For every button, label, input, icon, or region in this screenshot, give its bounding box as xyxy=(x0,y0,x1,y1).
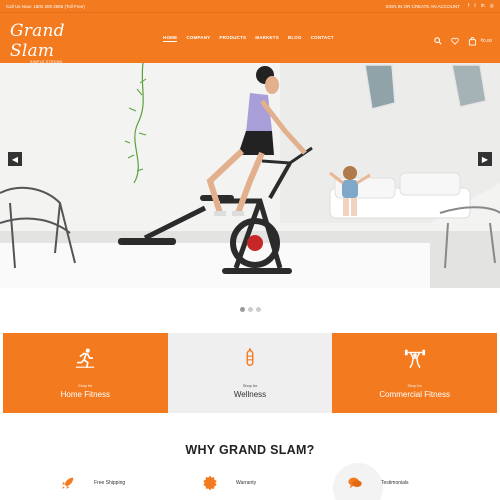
running-icon xyxy=(76,348,95,368)
nav-company[interactable]: COMPANY xyxy=(186,35,210,42)
nav-products[interactable]: PRODUCTS xyxy=(219,35,246,42)
chevron-right-icon: ▶ xyxy=(481,154,489,164)
header-icons: ₹0.00 xyxy=(434,32,492,50)
slider-dot-2[interactable] xyxy=(248,307,253,312)
call-us-text: Call Us Now: 1800 200 2566 (Toll Free) xyxy=(6,3,85,9)
badge-icon xyxy=(203,475,217,491)
main-nav: HOME COMPANY PRODUCTS MARKETS BLOG CONTA… xyxy=(163,35,334,42)
feature-label: Testimonials xyxy=(381,480,409,486)
feature-label: Warranty xyxy=(236,480,257,486)
cart-icon xyxy=(469,36,477,46)
weightlifting-icon xyxy=(404,349,425,368)
nav-contact[interactable]: CONTACT xyxy=(311,35,334,42)
feature-warranty: Warranty xyxy=(202,475,256,491)
social-links: f t in ◎ xyxy=(468,3,494,9)
hero-slider xyxy=(0,63,500,288)
nav-home[interactable]: HOME xyxy=(163,35,178,42)
category-commercial-fitness[interactable]: Shop for Commercial Fitness xyxy=(332,333,498,413)
feature-testimonials: Testimonials xyxy=(347,475,409,491)
category-title: Wellness xyxy=(233,390,267,399)
heart-icon[interactable] xyxy=(451,32,460,50)
category-sub-label: Shop for xyxy=(78,384,93,388)
category-sub-label: Shop for xyxy=(407,384,422,388)
category-boxes: Shop for Home Fitness Shop for Wellness … xyxy=(3,333,498,413)
chevron-left-icon: ◀ xyxy=(11,154,19,164)
slider-dots xyxy=(240,307,261,312)
category-wellness[interactable]: Shop for Wellness xyxy=(167,333,333,413)
top-bar: Call Us Now: 1800 200 2566 (Toll Free) S… xyxy=(0,0,500,13)
slider-next-button[interactable]: ▶ xyxy=(478,152,492,166)
top-bar-right: SIGN IN OR CREATE AN ACCOUNT f t in ◎ xyxy=(386,3,495,9)
linkedin-icon[interactable]: in xyxy=(481,3,485,9)
nav-markets[interactable]: MARKETS xyxy=(255,35,279,42)
wellness-icon xyxy=(246,348,254,367)
twitter-icon[interactable]: t xyxy=(474,3,475,9)
category-home-fitness[interactable]: Shop for Home Fitness xyxy=(3,333,168,413)
category-sub-label: Shop for xyxy=(242,384,258,388)
facebook-icon[interactable]: f xyxy=(468,3,469,9)
header: Grand Slam SIMPLE STRONG HOME COMPANY PR… xyxy=(0,13,500,64)
why-heading: WHY GRAND SLAM? xyxy=(185,443,315,457)
category-title: Home Fitness xyxy=(60,390,111,399)
chat-icon xyxy=(348,477,362,489)
hero-image xyxy=(0,63,500,288)
feature-label: Free Shipping xyxy=(94,480,126,486)
slider-prev-button[interactable]: ◀ xyxy=(8,152,22,166)
nav-blog[interactable]: BLOG xyxy=(288,35,302,42)
logo-text: Grand Slam xyxy=(10,21,65,61)
account-link[interactable]: SIGN IN OR CREATE AN ACCOUNT xyxy=(386,4,460,9)
cart-button[interactable]: ₹0.00 xyxy=(468,36,492,46)
search-icon[interactable] xyxy=(434,32,442,50)
slider-dot-1[interactable] xyxy=(240,307,245,312)
instagram-icon[interactable]: ◎ xyxy=(490,3,494,9)
logo[interactable]: Grand Slam SIMPLE STRONG xyxy=(10,21,92,64)
cart-total: ₹0.00 xyxy=(480,38,492,43)
feature-free-shipping: Free Shipping xyxy=(60,475,125,491)
rocket-icon xyxy=(62,477,74,489)
category-title: Commercial Fitness xyxy=(379,390,451,399)
slider-dot-3[interactable] xyxy=(256,307,261,312)
